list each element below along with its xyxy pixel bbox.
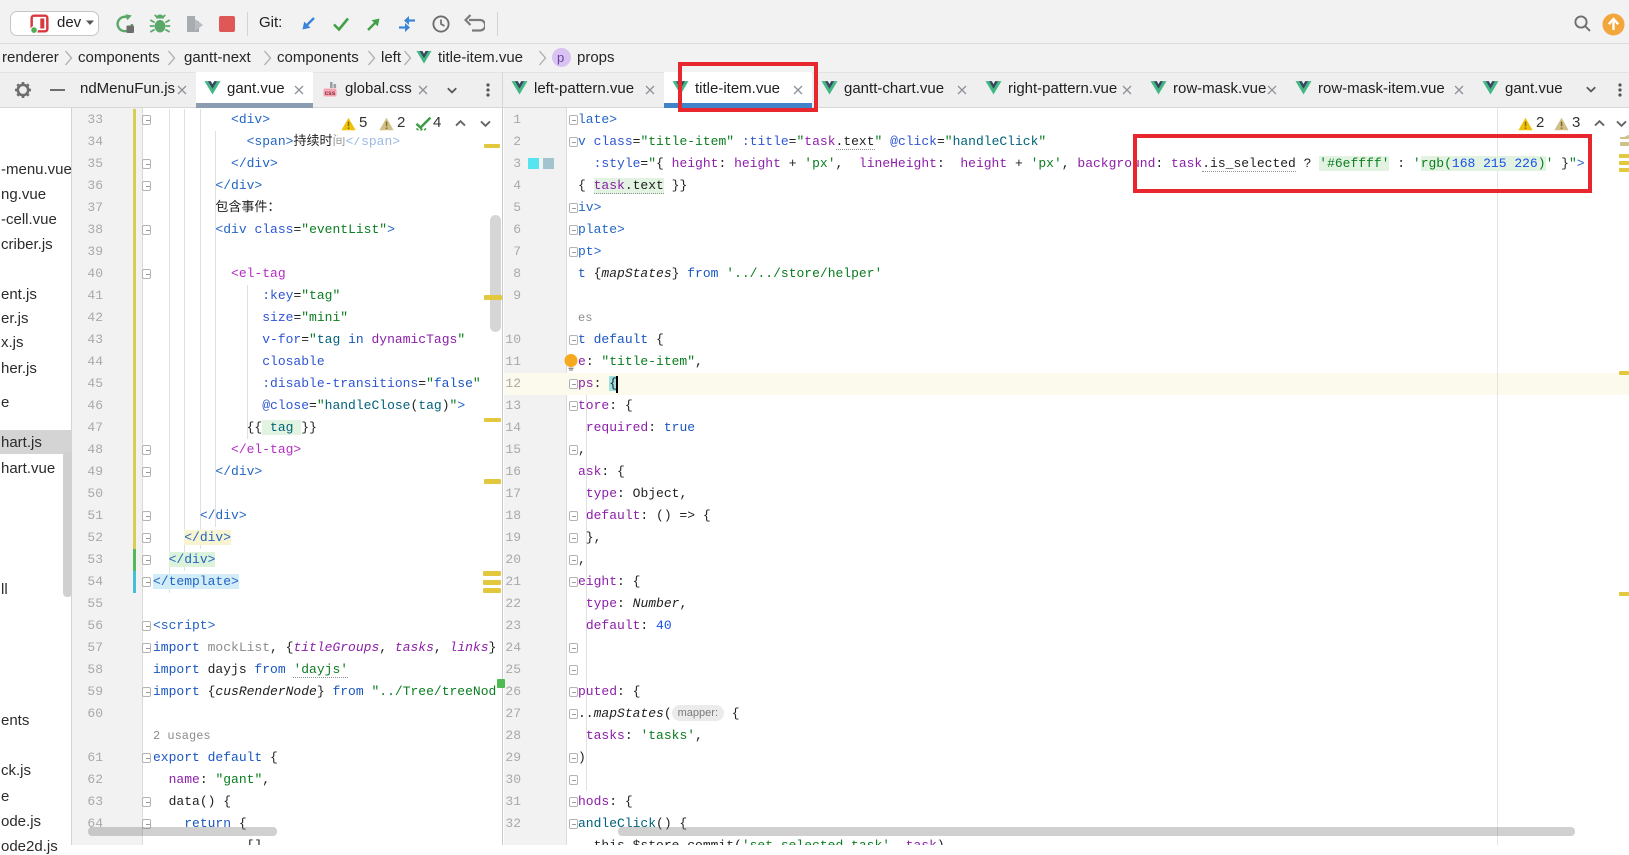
svg-text:css: css	[325, 90, 336, 97]
